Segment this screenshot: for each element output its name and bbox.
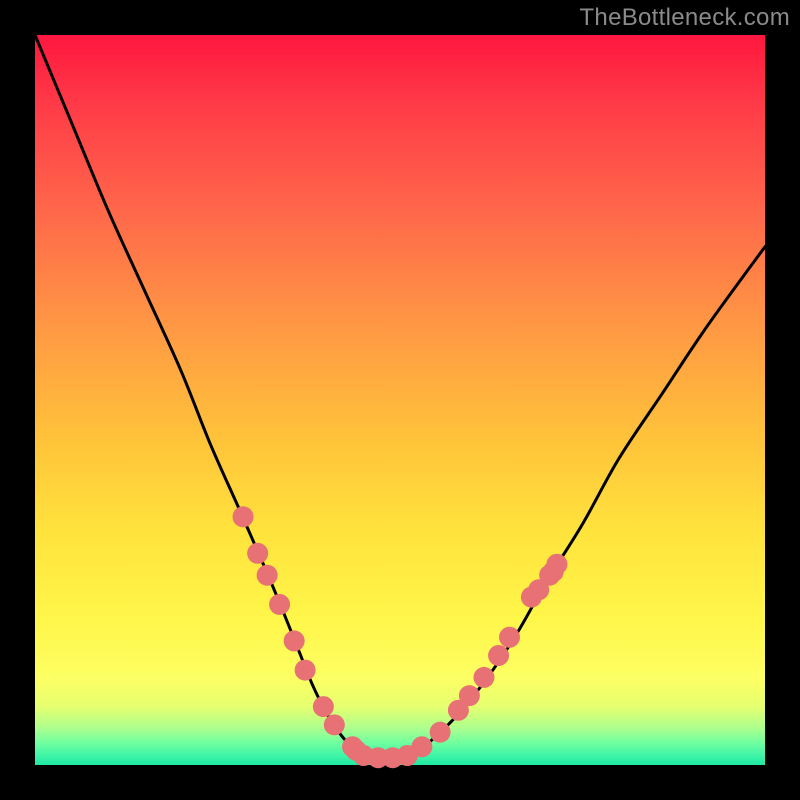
curve-marker [233, 506, 254, 527]
chart-svg [35, 35, 765, 765]
watermark-text: TheBottleneck.com [579, 4, 790, 32]
curve-marker [269, 594, 290, 615]
curve-marker [499, 627, 520, 648]
bottleneck-curve [35, 35, 765, 758]
curve-marker [257, 565, 278, 586]
curve-marker [430, 722, 451, 743]
curve-marker [284, 630, 305, 651]
curve-marker [324, 714, 345, 735]
curve-marker [543, 561, 564, 582]
chart-frame: TheBottleneck.com [0, 0, 800, 800]
curve-markers [233, 506, 568, 768]
plot-area [35, 35, 765, 765]
curve-marker [411, 736, 432, 757]
curve-marker [473, 667, 494, 688]
curve-marker [247, 543, 268, 564]
curve-marker [313, 696, 334, 717]
curve-marker [488, 645, 509, 666]
curve-marker [295, 660, 316, 681]
curve-marker [459, 685, 480, 706]
